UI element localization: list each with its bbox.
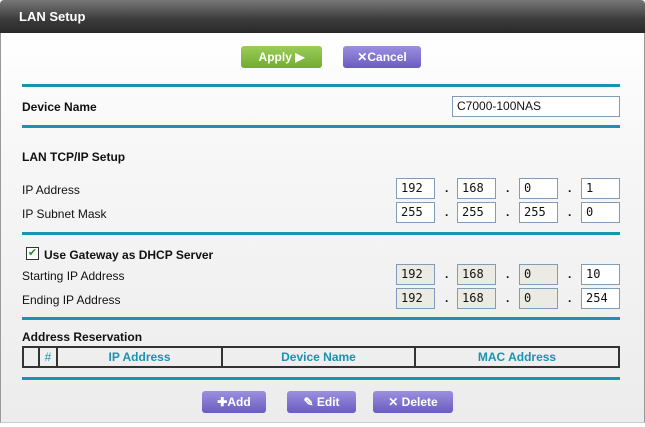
starting-ip-octet-3: 0 bbox=[519, 264, 558, 285]
device-name-column-header: Device Name bbox=[221, 346, 416, 368]
ip-address-label: IP Address bbox=[22, 183, 80, 197]
device-name-label: Device Name bbox=[22, 100, 97, 114]
divider bbox=[22, 232, 620, 235]
divider bbox=[22, 125, 620, 128]
address-reservation-title: Address Reservation bbox=[22, 330, 143, 344]
starting-ip-octet-4[interactable]: 10 bbox=[581, 264, 620, 285]
octet-separator: . bbox=[568, 291, 572, 305]
octet-separator: . bbox=[506, 181, 510, 195]
reservation-table: # IP Address Device Name MAC Address bbox=[22, 346, 620, 368]
dhcp-checkbox[interactable]: ✔ bbox=[26, 247, 39, 260]
ending-ip-octet-3: 0 bbox=[519, 288, 558, 309]
table-header-row: # IP Address Device Name MAC Address bbox=[22, 346, 620, 368]
ending-ip-octet-2: 168 bbox=[457, 288, 496, 309]
title-bar: LAN Setup bbox=[0, 0, 645, 33]
edit-button[interactable]: ✎ Edit bbox=[287, 391, 356, 413]
octet-separator: . bbox=[445, 267, 449, 281]
subnet-mask-octet-1[interactable]: 255 bbox=[396, 202, 435, 223]
subnet-mask-label: IP Subnet Mask bbox=[22, 207, 107, 221]
lan-section-title: LAN TCP/IP Setup bbox=[22, 150, 126, 164]
octet-separator: . bbox=[445, 181, 449, 195]
divider bbox=[22, 377, 620, 380]
index-column-header: # bbox=[38, 346, 58, 368]
mac-column-header: MAC Address bbox=[414, 346, 620, 368]
dhcp-checkbox-label: Use Gateway as DHCP Server bbox=[44, 248, 214, 262]
subnet-mask-octet-3[interactable]: 255 bbox=[519, 202, 558, 223]
apply-button[interactable]: Apply ▶ bbox=[241, 46, 322, 68]
octet-separator: . bbox=[568, 267, 572, 281]
octet-separator: . bbox=[568, 205, 572, 219]
subnet-mask-octet-4[interactable]: 0 bbox=[581, 202, 620, 223]
octet-separator: . bbox=[506, 267, 510, 281]
divider bbox=[22, 84, 620, 87]
octet-separator: . bbox=[506, 291, 510, 305]
ip-column-header: IP Address bbox=[56, 346, 223, 368]
ending-ip-octet-4[interactable]: 254 bbox=[581, 288, 620, 309]
subnet-mask-octet-2[interactable]: 255 bbox=[457, 202, 496, 223]
octet-separator: . bbox=[445, 291, 449, 305]
divider bbox=[22, 317, 620, 320]
ip-address-octet-4[interactable]: 1 bbox=[581, 178, 620, 199]
add-button[interactable]: ✚Add bbox=[202, 391, 266, 413]
cancel-button[interactable]: ✕Cancel bbox=[343, 46, 421, 68]
ip-address-octet-3[interactable]: 0 bbox=[519, 178, 558, 199]
page-title: LAN Setup bbox=[19, 9, 86, 24]
select-column-header bbox=[22, 346, 40, 368]
octet-separator: . bbox=[568, 181, 572, 195]
octet-separator: . bbox=[445, 205, 449, 219]
device-name-input[interactable]: C7000-100NAS bbox=[452, 96, 620, 117]
ip-address-octet-1[interactable]: 192 bbox=[396, 178, 435, 199]
starting-ip-octet-1: 192 bbox=[396, 264, 435, 285]
ending-ip-octet-1: 192 bbox=[396, 288, 435, 309]
ip-address-octet-2[interactable]: 168 bbox=[457, 178, 496, 199]
starting-ip-octet-2: 168 bbox=[457, 264, 496, 285]
ending-ip-label: Ending IP Address bbox=[22, 293, 121, 307]
delete-button[interactable]: ✕ Delete bbox=[373, 391, 453, 413]
octet-separator: . bbox=[506, 205, 510, 219]
starting-ip-label: Starting IP Address bbox=[22, 269, 125, 283]
